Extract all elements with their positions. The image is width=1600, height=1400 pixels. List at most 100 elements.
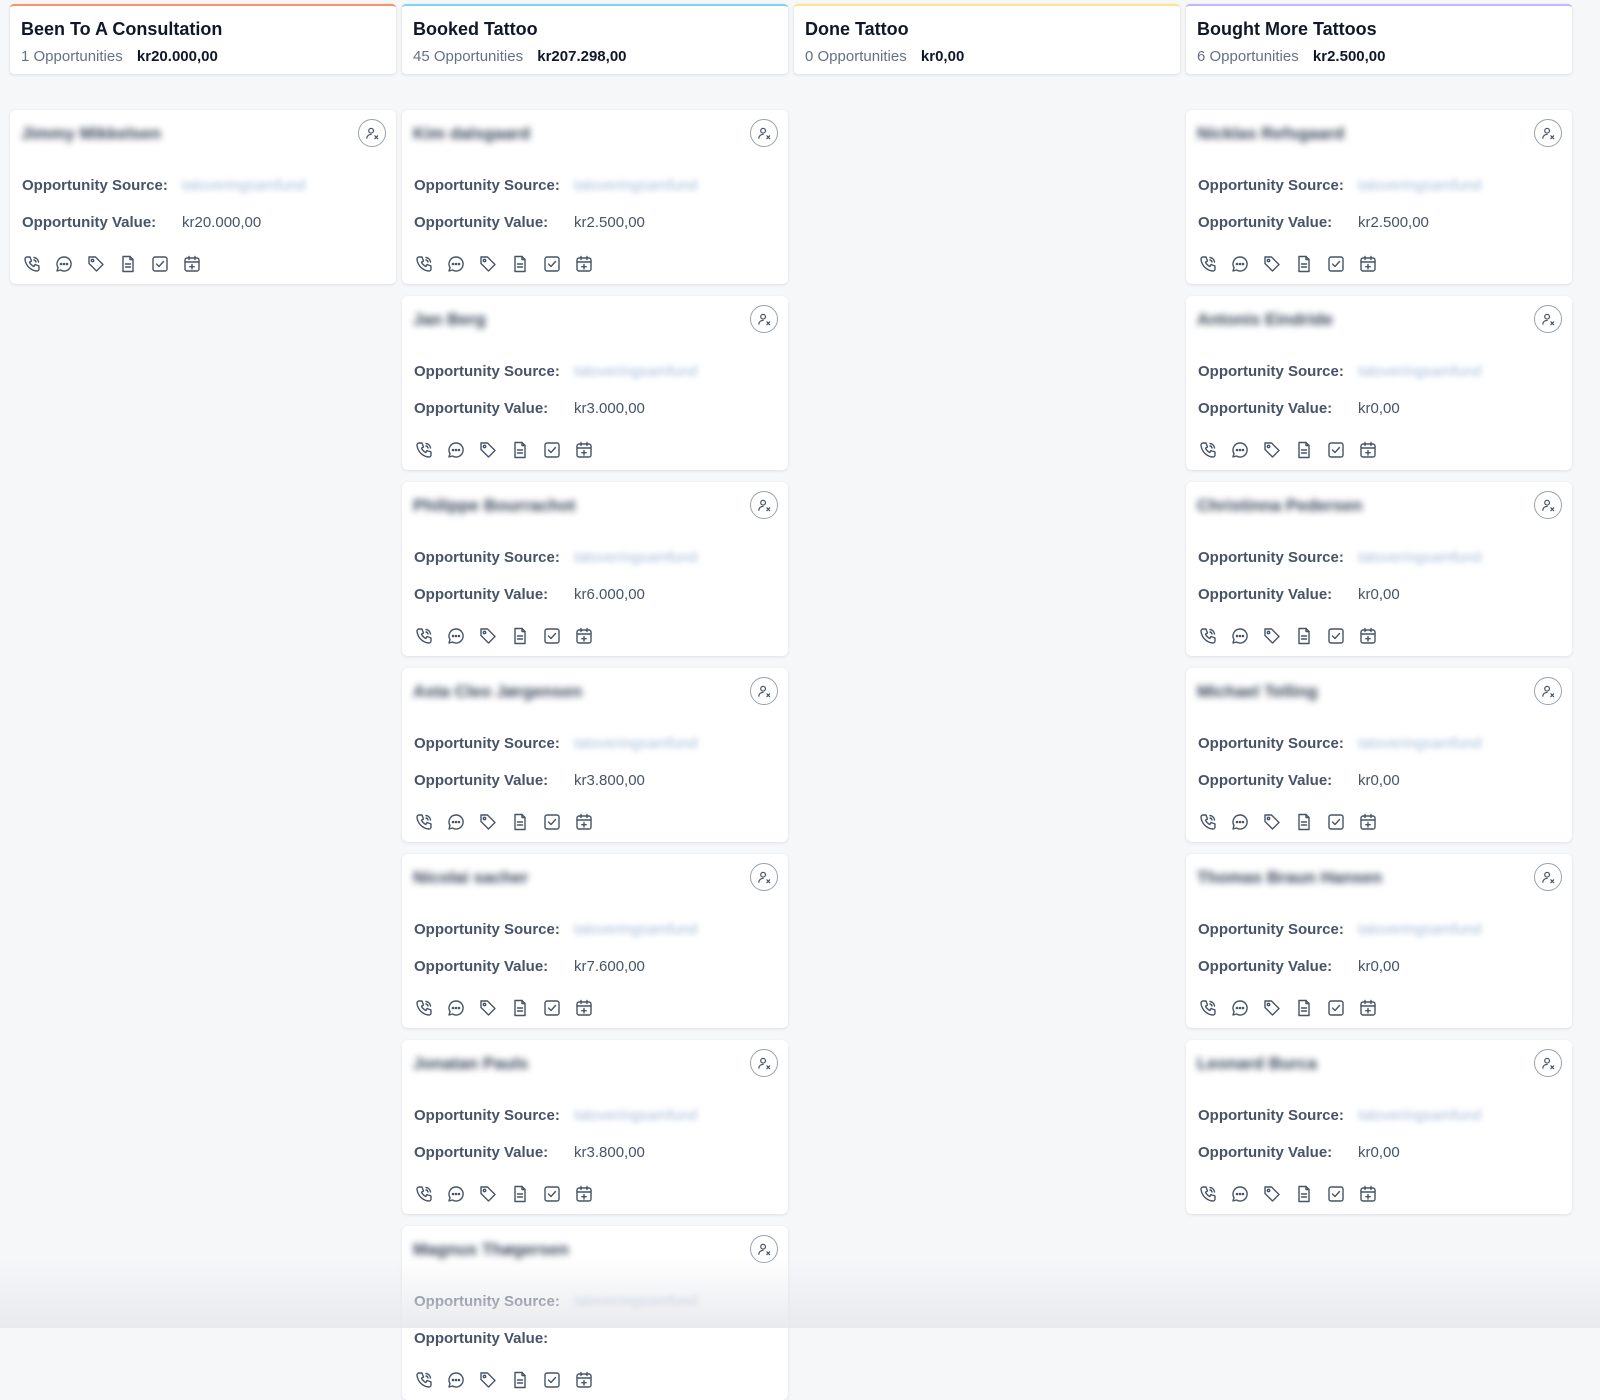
contact-name[interactable]: Kim dalsgaard bbox=[413, 124, 530, 144]
contact-name[interactable]: Jan Berg bbox=[413, 310, 486, 330]
phone-icon[interactable] bbox=[414, 254, 434, 274]
opportunity-card[interactable]: Jan Berg Opportunity Source: tatoveringsam… bbox=[402, 296, 788, 470]
phone-icon[interactable] bbox=[1198, 254, 1218, 274]
phone-icon[interactable] bbox=[414, 440, 434, 460]
contact-name[interactable]: Asta Cleo Jørgensen bbox=[413, 682, 582, 702]
tag-icon[interactable] bbox=[478, 626, 498, 646]
assign-user-button[interactable] bbox=[750, 1235, 778, 1263]
task-icon[interactable] bbox=[1326, 1184, 1346, 1204]
chat-icon[interactable] bbox=[54, 254, 74, 274]
phone-icon[interactable] bbox=[22, 254, 42, 274]
assign-user-button[interactable] bbox=[750, 863, 778, 891]
phone-icon[interactable] bbox=[1198, 998, 1218, 1018]
chat-icon[interactable] bbox=[1230, 626, 1250, 646]
contact-name[interactable]: Jimmy Mikkelsen bbox=[21, 124, 161, 144]
calendar-add-icon[interactable] bbox=[1358, 440, 1378, 460]
chat-icon[interactable] bbox=[446, 1184, 466, 1204]
chat-icon[interactable] bbox=[1230, 998, 1250, 1018]
task-icon[interactable] bbox=[542, 254, 562, 274]
chat-icon[interactable] bbox=[446, 626, 466, 646]
opportunity-card[interactable]: Magnus Thøgersen Opportunity Source: tatov… bbox=[402, 1226, 788, 1400]
contact-name[interactable]: Nicolai sacher bbox=[413, 868, 528, 888]
tag-icon[interactable] bbox=[1262, 998, 1282, 1018]
note-icon[interactable] bbox=[118, 254, 138, 274]
task-icon[interactable] bbox=[150, 254, 170, 274]
chat-icon[interactable] bbox=[446, 1370, 466, 1390]
stage-header[interactable]: Booked Tattoo 45 Opportunities kr207.298… bbox=[402, 4, 788, 74]
phone-icon[interactable] bbox=[1198, 626, 1218, 646]
tag-icon[interactable] bbox=[478, 998, 498, 1018]
task-icon[interactable] bbox=[542, 998, 562, 1018]
assign-user-button[interactable] bbox=[1534, 1049, 1562, 1077]
chat-icon[interactable] bbox=[1230, 812, 1250, 832]
phone-icon[interactable] bbox=[1198, 812, 1218, 832]
chat-icon[interactable] bbox=[446, 440, 466, 460]
phone-icon[interactable] bbox=[414, 998, 434, 1018]
phone-icon[interactable] bbox=[414, 626, 434, 646]
task-icon[interactable] bbox=[1326, 626, 1346, 646]
task-icon[interactable] bbox=[1326, 812, 1346, 832]
note-icon[interactable] bbox=[510, 440, 530, 460]
assign-user-button[interactable] bbox=[1534, 677, 1562, 705]
tag-icon[interactable] bbox=[1262, 812, 1282, 832]
note-icon[interactable] bbox=[510, 812, 530, 832]
opportunity-card[interactable]: Philippe Bourrachot Opportunity Source: ta… bbox=[402, 482, 788, 656]
assign-user-button[interactable] bbox=[1534, 491, 1562, 519]
calendar-add-icon[interactable] bbox=[574, 998, 594, 1018]
stage-header[interactable]: Bought More Tattoos 6 Opportunities kr2.… bbox=[1186, 4, 1572, 74]
note-icon[interactable] bbox=[510, 1370, 530, 1390]
note-icon[interactable] bbox=[1294, 440, 1314, 460]
opportunity-card[interactable]: Kim dalsgaard Opportunity Source: tatoveri… bbox=[402, 110, 788, 284]
assign-user-button[interactable] bbox=[750, 119, 778, 147]
phone-icon[interactable] bbox=[414, 1184, 434, 1204]
tag-icon[interactable] bbox=[1262, 626, 1282, 646]
note-icon[interactable] bbox=[510, 254, 530, 274]
assign-user-button[interactable] bbox=[750, 1049, 778, 1077]
task-icon[interactable] bbox=[1326, 440, 1346, 460]
chat-icon[interactable] bbox=[446, 254, 466, 274]
contact-name[interactable]: Leonard Burca bbox=[1197, 1054, 1317, 1074]
stage-header[interactable]: Done Tattoo 0 Opportunities kr0,00 bbox=[794, 4, 1180, 74]
calendar-add-icon[interactable] bbox=[1358, 998, 1378, 1018]
task-icon[interactable] bbox=[542, 812, 562, 832]
contact-name[interactable]: Thomas Braun Hansen bbox=[1197, 868, 1382, 888]
tag-icon[interactable] bbox=[1262, 440, 1282, 460]
assign-user-button[interactable] bbox=[1534, 863, 1562, 891]
chat-icon[interactable] bbox=[446, 998, 466, 1018]
phone-icon[interactable] bbox=[1198, 440, 1218, 460]
chat-icon[interactable] bbox=[446, 812, 466, 832]
calendar-add-icon[interactable] bbox=[1358, 1184, 1378, 1204]
contact-name[interactable]: Magnus Thøgersen bbox=[413, 1240, 569, 1260]
calendar-add-icon[interactable] bbox=[574, 626, 594, 646]
opportunity-card[interactable]: Michael Telling Opportunity Source: tatove… bbox=[1186, 668, 1572, 842]
tag-icon[interactable] bbox=[478, 254, 498, 274]
contact-name[interactable]: Jonatan Pauls bbox=[413, 1054, 528, 1074]
tag-icon[interactable] bbox=[86, 254, 106, 274]
opportunity-card[interactable]: Jimmy Mikkelsen Opportunity Source: tatove… bbox=[10, 110, 396, 284]
tag-icon[interactable] bbox=[478, 440, 498, 460]
opportunity-card[interactable]: Asta Cleo Jørgensen Opportunity Source: ta… bbox=[402, 668, 788, 842]
contact-name[interactable]: Christinna Pedersen bbox=[1197, 496, 1362, 516]
contact-name[interactable]: Michael Telling bbox=[1197, 682, 1318, 702]
stage-header[interactable]: Been To A Consultation 1 Opportunities k… bbox=[10, 4, 396, 74]
assign-user-button[interactable] bbox=[358, 119, 386, 147]
opportunity-card[interactable]: Nicolai sacher Opportunity Source: tatover… bbox=[402, 854, 788, 1028]
calendar-add-icon[interactable] bbox=[574, 1184, 594, 1204]
chat-icon[interactable] bbox=[1230, 254, 1250, 274]
assign-user-button[interactable] bbox=[750, 305, 778, 333]
calendar-add-icon[interactable] bbox=[1358, 812, 1378, 832]
note-icon[interactable] bbox=[1294, 812, 1314, 832]
tag-icon[interactable] bbox=[478, 1184, 498, 1204]
contact-name[interactable]: Philippe Bourrachot bbox=[413, 496, 575, 516]
note-icon[interactable] bbox=[1294, 626, 1314, 646]
calendar-add-icon[interactable] bbox=[1358, 626, 1378, 646]
phone-icon[interactable] bbox=[1198, 1184, 1218, 1204]
note-icon[interactable] bbox=[510, 1184, 530, 1204]
chat-icon[interactable] bbox=[1230, 440, 1250, 460]
task-icon[interactable] bbox=[1326, 998, 1346, 1018]
assign-user-button[interactable] bbox=[750, 491, 778, 519]
opportunity-card[interactable]: Leonard Burca Opportunity Source: tatoveri… bbox=[1186, 1040, 1572, 1214]
note-icon[interactable] bbox=[510, 998, 530, 1018]
opportunity-card[interactable]: Nicklas Refsgaard Opportunity Source: tato… bbox=[1186, 110, 1572, 284]
chat-icon[interactable] bbox=[1230, 1184, 1250, 1204]
